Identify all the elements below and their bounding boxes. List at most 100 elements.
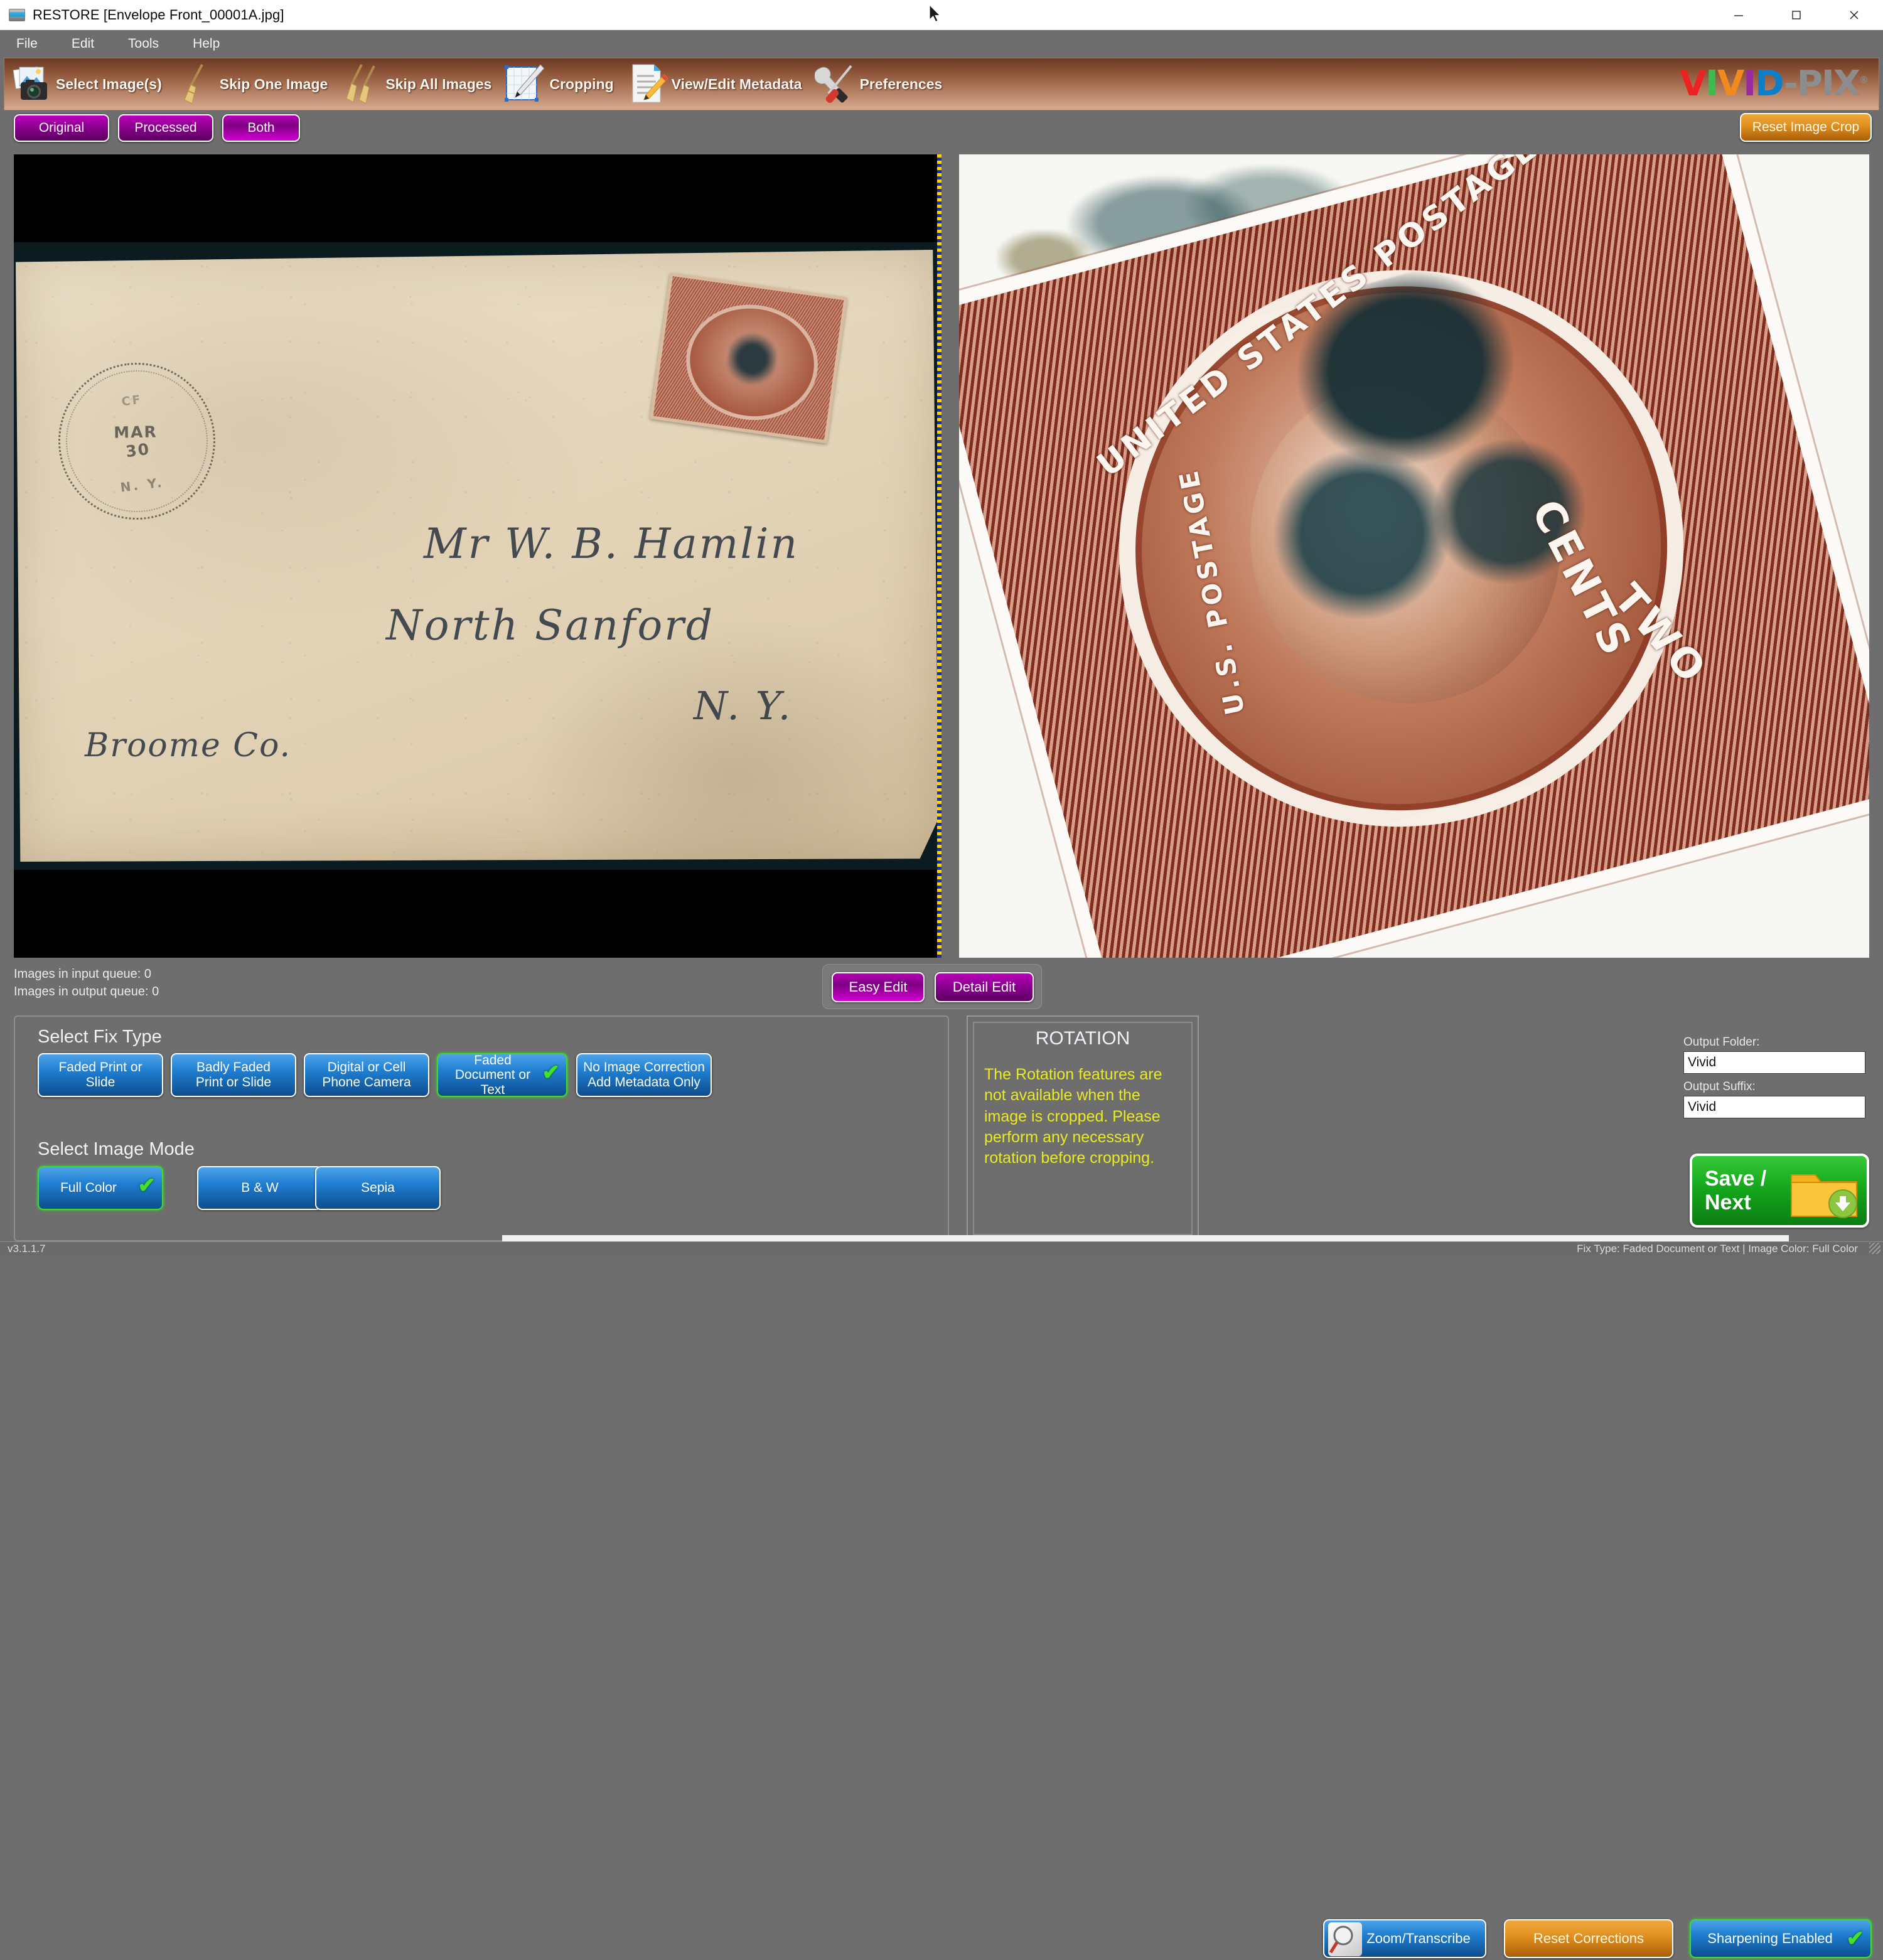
logo-letter: V [1717,63,1744,104]
toolbar-skip-all-images[interactable]: Skip All Images [334,58,498,110]
broom-icon [184,64,203,104]
toolbar-select-images-label: Select Image(s) [56,75,162,92]
address-line-4: Broome Co. [85,727,292,764]
output-suffix-input[interactable] [1683,1096,1865,1118]
output-folder-label: Output Folder: [1683,1036,1760,1049]
logo-registered-mark: ® [1859,74,1869,86]
logo-letter: P [1796,63,1823,104]
image-mode-check-icon: ✔ [137,1174,156,1197]
toolbar-skip-one-image-label: Skip One Image [219,75,328,92]
fix-type-check-icon: ✔ [542,1061,561,1084]
fix-type-no-image-correction[interactable]: No Image Correction Add Metadata Only [576,1053,712,1097]
sharpening-check-icon: ✔ [1846,1927,1865,1951]
window-title: RESTORE [Envelope Front_00001A.jpg] [33,6,284,23]
rotation-title: ROTATION [1035,1028,1130,1049]
save-next-label-line2: Next [1705,1191,1751,1214]
address-line-1: Mr W. B. Hamlin [424,520,800,568]
view-mode-both[interactable]: Both [222,114,300,142]
mid-control-bar: Images in input queue: 0 Images in outpu… [0,960,1883,1958]
logo-letter: I [1743,63,1756,104]
minimize-button[interactable] [1710,0,1768,30]
toolbar-skip-one-image[interactable]: Skip One Image [168,58,335,110]
original-image-pane[interactable]: CF MAR 30 N. Y. Mr W. B. Hamlin North Sa… [14,154,942,958]
fix-type-faded-document-label: Faded Document or Text [454,1052,531,1097]
select-image-mode-title: Select Image Mode [38,1139,195,1159]
vivid-pix-logo: VIVID-PIX® [1680,67,1869,102]
select-fix-type-title: Select Fix Type [38,1027,162,1047]
status-bar-separator [502,1235,1789,1241]
output-settings-group: Output Folder: Output Suffix: [1683,1036,1872,1118]
status-bar: v3.1.1.7 Fix Type: Faded Document or Tex… [0,1241,1883,1255]
postmark-month: MAR [114,422,158,442]
menu-edit[interactable]: Edit [68,34,98,54]
edit-mode-group: Easy Edit Detail Edit [822,964,1042,1009]
image-mode-bw[interactable]: B & W [197,1166,323,1210]
logo-letter: I [1821,63,1835,104]
menu-help[interactable]: Help [189,34,223,54]
mouse-cursor-icon [929,5,942,23]
toolbar-cropping[interactable]: Cropping [498,58,620,110]
image-mode-sepia[interactable]: Sepia [315,1166,441,1210]
fix-type-faded-document-or-text[interactable]: Faded Document or Text ✔ [437,1053,567,1097]
toolbar-view-edit-metadata[interactable]: View/Edit Metadata [620,58,808,110]
view-mode-original[interactable]: Original [14,114,109,142]
photos-camera-icon [13,66,47,100]
document-pencil-icon [632,64,668,103]
postmark-top-text: CF [121,392,143,409]
zoom-transcribe-label: Zoom/Transcribe [1366,1930,1471,1946]
fix-type-faded-print-or-slide[interactable]: Faded Print or Slide [38,1053,163,1097]
address-line-3: N. Y. [694,683,793,729]
toolbar-preferences-label: Preferences [859,75,943,92]
address-line-2: North Sanford [386,601,715,650]
view-mode-processed[interactable]: Processed [118,114,213,142]
detail-edit-button[interactable]: Detail Edit [935,972,1034,1002]
logo-letter: X [1833,63,1860,104]
output-folder-input[interactable] [1683,1051,1865,1074]
logo-letter: I [1705,63,1719,104]
wrench-screwdriver-icon [814,65,852,104]
window-controls [1710,0,1883,30]
rotation-panel: ROTATION The Rotation features are not a… [967,1015,1199,1241]
logo-letter: D [1755,63,1785,104]
version-label: v3.1.1.7 [8,1243,46,1255]
resize-grip[interactable] [1869,1243,1880,1254]
folder-download-icon [1791,1174,1857,1218]
image-mode-full-color-label: Full Color [60,1181,117,1196]
sharpening-toggle-button[interactable]: Sharpening Enabled ✔ [1690,1919,1872,1958]
envelope-paper: CF MAR 30 N. Y. Mr W. B. Hamlin North Sa… [16,250,938,862]
app-icon [9,8,25,21]
toolbar-cropping-label: Cropping [549,75,614,92]
queue-status: Images in input queue: 0 Images in outpu… [14,965,159,1001]
output-queue-line: Images in output queue: 0 [14,985,159,999]
title-bar: RESTORE [Envelope Front_00001A.jpg] [0,0,1883,30]
fix-options-panel: Select Fix Type Faded Print or Slide Bad… [14,1015,949,1241]
easy-edit-button[interactable]: Easy Edit [832,972,925,1002]
menu-tools[interactable]: Tools [124,34,163,54]
toolbar-skip-all-images-label: Skip All Images [385,75,492,92]
view-mode-bar: Original Processed Both Reset Image Crop [0,110,1883,147]
logo-letter: - [1783,63,1798,104]
fix-type-badly-faded-print-or-slide[interactable]: Badly Faded Print or Slide [171,1053,296,1097]
save-next-label-line1: Save / [1705,1166,1767,1191]
image-preview-area: CF MAR 30 N. Y. Mr W. B. Hamlin North Sa… [0,154,1883,958]
save-next-button[interactable]: Save / Next [1690,1154,1869,1228]
close-button[interactable] [1825,0,1883,30]
image-mode-full-color[interactable]: Full Color ✔ [38,1166,163,1210]
postage-stamp-original [650,272,847,444]
double-broom-icon [346,64,376,104]
fix-type-digital-or-cell-phone-camera[interactable]: Digital or Cell Phone Camera [304,1053,429,1097]
output-suffix-label: Output Suffix: [1683,1080,1756,1093]
main-toolbar: Select Image(s) Skip One Image Skip All … [4,58,1879,110]
original-envelope-photo: CF MAR 30 N. Y. Mr W. B. Hamlin North Sa… [14,242,942,870]
crop-handle-right[interactable] [937,154,942,958]
logo-letter: V [1679,63,1707,104]
zoom-transcribe-button[interactable]: Zoom/Transcribe [1323,1919,1486,1958]
toolbar-preferences[interactable]: Preferences [808,58,949,110]
toolbar-select-images[interactable]: Select Image(s) [4,58,168,110]
processed-image-pane[interactable]: UNITED STATES POSTAGE CENTS TWO U.S. POS… [959,154,1869,958]
menu-file[interactable]: File [13,34,41,54]
reset-corrections-button[interactable]: Reset Corrections [1504,1919,1673,1958]
reset-image-crop-button[interactable]: Reset Image Crop [1740,113,1872,142]
maximize-button[interactable] [1768,0,1825,30]
menu-bar: File Edit Tools Help [0,30,1883,58]
